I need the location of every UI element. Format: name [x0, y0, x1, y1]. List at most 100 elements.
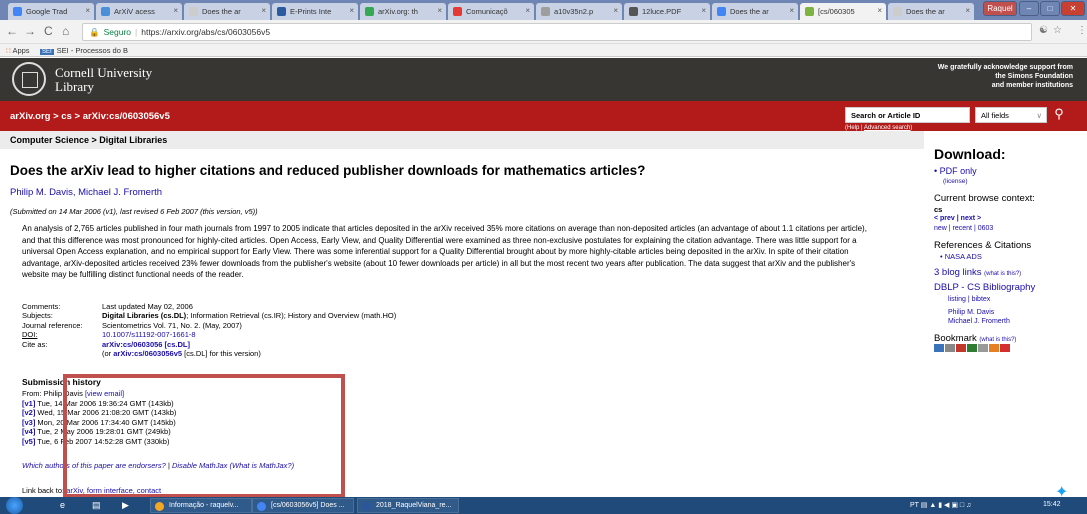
search-button[interactable]: ⚲	[1049, 105, 1069, 125]
browser-tab[interactable]: Does the ar ×	[184, 3, 270, 20]
tab-close-icon[interactable]: ×	[261, 6, 266, 15]
paper-authors[interactable]: Philip M. Davis, Michael J. Fromerth	[10, 187, 162, 198]
reddit-icon[interactable]	[1000, 344, 1010, 352]
browser-tab[interactable]: a10v35n2.p ×	[536, 3, 622, 20]
bibsonomy-icon[interactable]	[934, 344, 944, 352]
minimize-button[interactable]: –	[1019, 1, 1039, 16]
dblp-links[interactable]: listing | bibtex	[948, 296, 990, 303]
browse-context-title: Current browse context:	[934, 193, 1035, 204]
breadcrumb[interactable]: arXiv.org > cs > arXiv:cs/0603056v5	[10, 111, 170, 122]
mendeley-icon[interactable]	[945, 344, 955, 352]
url-input[interactable]: 🔒 Seguro | https://arxiv.org/abs/cs/0603056…	[82, 23, 1032, 41]
browser-tab[interactable]: 12luce.PDF ×	[624, 3, 710, 20]
version-link[interactable]: [v3]	[22, 418, 35, 427]
tab-label: Google Trad	[26, 7, 68, 16]
field-select-value: All fields	[981, 111, 1009, 120]
tab-close-icon[interactable]: ×	[789, 6, 794, 15]
citeulike-icon[interactable]	[956, 344, 966, 352]
tab-close-icon[interactable]: ×	[437, 6, 442, 15]
cite-alt-suffix: [cs.DL] for this version)	[182, 348, 261, 358]
blog-what-link[interactable]: (what is this?)	[984, 271, 1021, 277]
start-button[interactable]	[6, 497, 23, 514]
version-link[interactable]: [v5]	[22, 437, 35, 446]
cite-link[interactable]: arXiv:cs/0603056 [cs.DL]	[102, 340, 190, 349]
dblp-title[interactable]: DBLP - CS Bibliography	[934, 282, 1035, 293]
back-button[interactable]: ←	[6, 25, 18, 37]
subject-header: Computer Science > Digital Libraries	[0, 131, 924, 149]
browser-tab[interactable]: ArXiV acess ×	[96, 3, 182, 20]
browser-tab[interactable]: arXiv.org: th ×	[360, 3, 446, 20]
dblp-author[interactable]: Philip M. Davis	[948, 309, 994, 316]
browser-tab[interactable]: Does the ar ×	[712, 3, 798, 20]
org-name[interactable]: Cornell University	[55, 66, 152, 79]
tab-close-icon[interactable]: ×	[613, 6, 618, 15]
search-input[interactable]: Search or Article ID	[845, 107, 970, 123]
system-tray[interactable]: PT ▤ ▲ ▮ ◀ ▣ □ ♫	[910, 501, 971, 509]
dblp-author[interactable]: Michael J. Fromerth	[948, 318, 1010, 325]
explorer-icon[interactable]: ▤	[92, 500, 101, 511]
tab-favicon-icon	[453, 7, 462, 16]
search-icon: ⚲	[1054, 106, 1064, 121]
browser-tab[interactable]: Comunicaçõ ×	[448, 3, 534, 20]
delicious-icon[interactable]	[978, 344, 988, 352]
version-link[interactable]: [v2]	[22, 408, 35, 417]
pdf-only-label: PDF only	[939, 166, 977, 176]
cornell-seal-logo[interactable]	[12, 62, 46, 96]
ie-icon[interactable]: e	[60, 500, 65, 510]
doi-link[interactable]: 10.1007/s11192-007-1661-8	[102, 330, 196, 339]
taskbar-label: Informação - raquelv...	[169, 502, 239, 509]
tab-favicon-icon	[717, 7, 726, 16]
tab-favicon-icon	[893, 7, 902, 16]
license-link[interactable]: (license)	[943, 178, 968, 185]
cite-version-link[interactable]: arXiv:cs/0603056v5	[113, 349, 182, 358]
browse-links[interactable]: new | recent | 0603	[934, 225, 993, 232]
menu-icon[interactable]: ⋮	[1077, 25, 1087, 36]
bookmark-apps[interactable]: ∷ Apps	[6, 46, 30, 55]
blog-links[interactable]: 3 blog links (what is this?)	[934, 267, 1021, 278]
tab-close-icon[interactable]: ×	[173, 6, 178, 15]
bookmark-what-link[interactable]: (what is this?)	[979, 337, 1016, 343]
taskbar-window-button[interactable]: Informação - raquelv...	[150, 498, 252, 513]
browser-tab[interactable]: Does the ar ×	[888, 3, 974, 20]
bookmark-star-icon[interactable]: ☆	[1053, 25, 1062, 36]
references-title: References & Citations	[934, 240, 1032, 251]
comments-label: Comments:	[22, 302, 61, 311]
maximize-button[interactable]: □	[1040, 1, 1060, 16]
app-icon	[257, 502, 266, 511]
reload-button[interactable]: C	[44, 25, 53, 37]
language-indicator[interactable]: PT	[910, 502, 919, 509]
tab-label: 12luce.PDF	[642, 7, 682, 16]
taskbar-window-button[interactable]: [cs/0603056v5] Does ...	[252, 498, 354, 513]
home-button[interactable]: ⌂	[62, 25, 69, 37]
address-bar: ← → C ⌂ 🔒 Seguro | https://arxiv.org/abs/cs…	[0, 20, 1087, 44]
tab-close-icon[interactable]: ×	[525, 6, 530, 15]
nasa-ads-link[interactable]: • NASA ADS	[940, 252, 982, 261]
tab-close-icon[interactable]: ×	[965, 6, 970, 15]
field-select[interactable]: All fields ∨	[975, 107, 1047, 123]
arxiv-red-bar: arXiv.org > cs > arXiv:cs/0603056v5 Sear…	[0, 101, 1087, 131]
translate-icon[interactable]: ☯	[1039, 25, 1048, 36]
browser-tab[interactable]: E-Prints Inte ×	[272, 3, 358, 20]
bookmark-sei[interactable]: SEI SEI - Processos do B	[40, 46, 128, 55]
org-subtitle[interactable]: Library	[55, 80, 94, 93]
browser-tab[interactable]: [cs/060305 ×	[800, 3, 886, 20]
taskbar-window-button[interactable]: 2018_RaquelViana_re...	[357, 498, 459, 513]
profile-button[interactable]: Raquel	[983, 1, 1017, 16]
digg-icon[interactable]	[989, 344, 999, 352]
tab-close-icon[interactable]: ×	[349, 6, 354, 15]
media-icon[interactable]: ▶	[122, 500, 129, 511]
prev-next-links[interactable]: < prev | next >	[934, 215, 981, 222]
version-link[interactable]: [v1]	[22, 399, 35, 408]
cornell-header: Cornell University Library We gratefully…	[0, 58, 1087, 101]
tab-close-icon[interactable]: ×	[877, 6, 882, 15]
clock[interactable]: 15:42	[1043, 501, 1061, 508]
tab-close-icon[interactable]: ×	[701, 6, 706, 15]
pdf-only-link[interactable]: • PDF only	[934, 166, 977, 176]
tab-close-icon[interactable]: ×	[85, 6, 90, 15]
close-window-button[interactable]: ✕	[1061, 1, 1085, 16]
version-link[interactable]: [v4]	[22, 427, 35, 436]
forward-button[interactable]: →	[24, 25, 36, 37]
connotea-icon[interactable]	[967, 344, 977, 352]
browser-tab[interactable]: Google Trad ×	[8, 3, 94, 20]
apps-grid-icon: ∷	[6, 46, 11, 55]
